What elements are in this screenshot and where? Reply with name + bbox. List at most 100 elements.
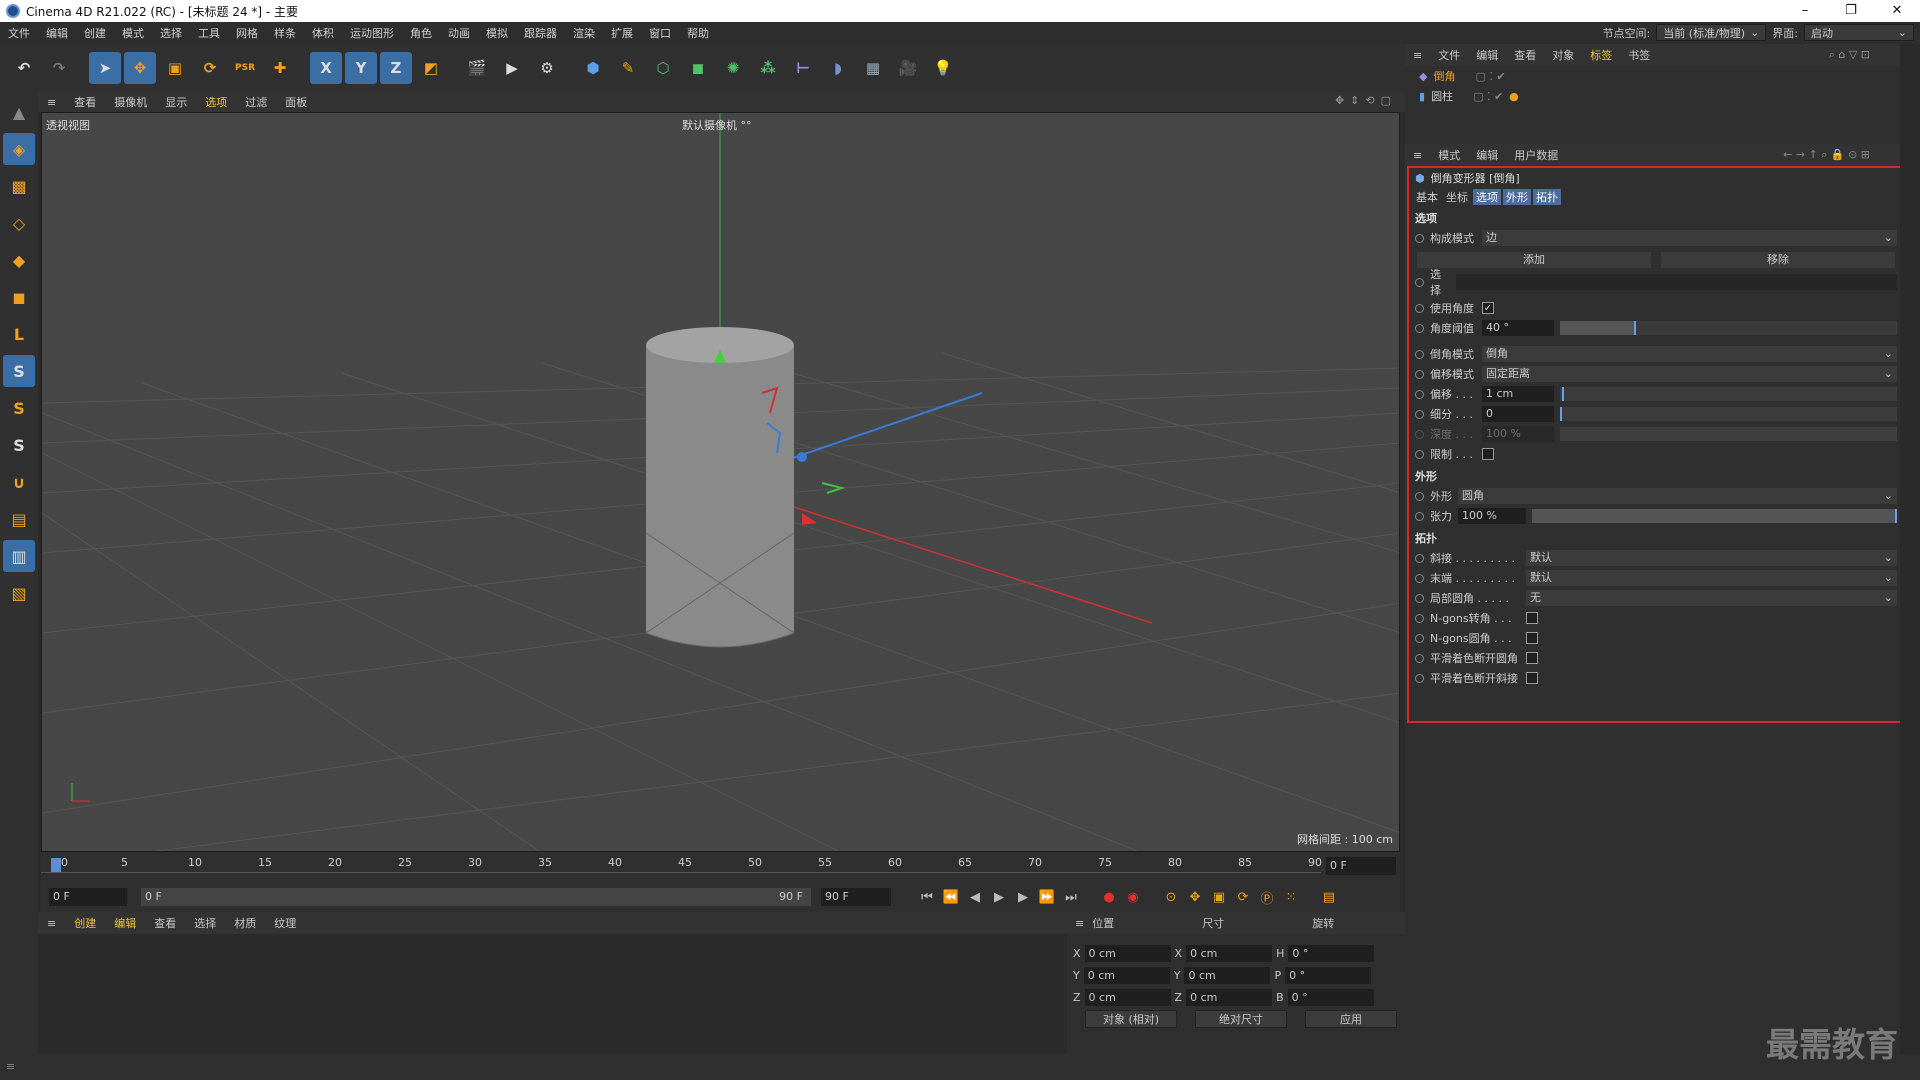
key-pla-button[interactable]: ⁙ [1279,885,1303,909]
add-deformer-button[interactable]: ⊢ [787,52,819,84]
obj-menu-edit[interactable]: 编辑 [1468,47,1506,63]
make-editable-button[interactable]: ▲ [3,96,35,128]
render-region-button[interactable]: 🎬 [461,52,493,84]
select-tool-button[interactable]: ➤ [89,52,121,84]
miter-select[interactable]: 默认 ⌄ [1526,550,1897,566]
anim-dot-icon[interactable] [1415,573,1424,583]
menu-mode[interactable]: 模式 [114,25,152,41]
angle-threshold-slider[interactable] [1560,321,1897,335]
obj-menu-tags[interactable]: 标签 [1582,47,1620,63]
end-select[interactable]: 默认 ⌄ [1526,570,1897,586]
add-tool-button[interactable]: ✚ [264,52,296,84]
edge-mode-button[interactable]: ◆ [3,244,35,276]
perspective-viewport[interactable]: 透视视图 默认摄像机 °° 网格间距 : 100 cm [41,112,1400,852]
key-param-button[interactable]: Ⓟ [1255,885,1279,909]
anim-dot-icon[interactable] [1415,409,1424,419]
auto-key-button[interactable]: ◉ [1121,885,1145,909]
material-area[interactable] [41,934,1067,1054]
hamburger-icon[interactable]: ≡ [38,917,65,930]
menu-tools[interactable]: 工具 [190,25,228,41]
menu-spline[interactable]: 样条 [266,25,304,41]
add-field-button[interactable]: ◗ [822,52,854,84]
axis-z-button[interactable]: Z [380,52,412,84]
goto-end-button[interactable]: ⏭ [1059,885,1083,909]
add-light-button[interactable]: 💡 [927,52,959,84]
mat-menu-texture[interactable]: 纹理 [265,915,305,931]
add-floor-button[interactable]: ▦ [857,52,889,84]
tab-shape[interactable]: 外形 [1503,189,1531,205]
phong-break-miter-checkbox[interactable] [1526,672,1538,684]
vp-menu-view[interactable]: 查看 [65,94,105,110]
phong-tag-icon[interactable]: ● [1509,90,1519,103]
angle-threshold-field[interactable]: 40 ° [1482,320,1554,336]
render-view-button[interactable]: ▶ [496,52,528,84]
add-pen-button[interactable]: ✎ [612,52,644,84]
anim-dot-icon[interactable] [1415,593,1424,603]
obj-menu-file[interactable]: 文件 [1430,47,1468,63]
attr-nav-icons[interactable]: ← → ↑ ⌕ 🔒 ⊙ ⊞ [1783,148,1870,162]
frame-range-slider[interactable]: 0 F 90 F [141,888,811,906]
ngon-corner-checkbox[interactable] [1526,612,1538,624]
restore-button[interactable]: ❐ [1828,0,1874,22]
add-cloner-button[interactable]: ✺ [717,52,749,84]
axis-x-button[interactable]: X [310,52,342,84]
add-extrude-button[interactable]: ◼ [682,52,714,84]
psr-tool-button[interactable]: PSR [229,52,261,84]
obj-menu-objects[interactable]: 对象 [1544,47,1582,63]
menu-window[interactable]: 窗口 [641,25,679,41]
current-frame-field[interactable]: 0 F [1326,857,1396,875]
apply-button[interactable]: 应用 [1305,1010,1397,1028]
visibility-toggle[interactable]: ▢ ⁚ ✔ [1475,70,1505,83]
timeline-ruler[interactable]: 0 5 10 15 20 25 30 35 40 45 50 55 60 65 … [41,852,1400,882]
anim-dot-icon[interactable] [1415,449,1424,459]
magnet-button[interactable]: ∪ [3,466,35,498]
anim-dot-icon[interactable] [1415,323,1424,333]
menu-animate[interactable]: 动画 [440,25,478,41]
menu-mesh[interactable]: 网格 [228,25,266,41]
offset-mode-select[interactable]: 固定距离 ⌄ [1482,366,1897,382]
anim-dot-icon[interactable] [1415,389,1424,399]
minimize-button[interactable]: – [1782,0,1828,22]
build-mode-select[interactable]: 边 ⌄ [1482,230,1897,246]
tab-basic[interactable]: 基本 [1413,189,1441,205]
rot-h-field[interactable]: 0 ° [1288,944,1375,962]
subdivision-field[interactable]: 0 [1482,406,1554,422]
key-scale-button[interactable]: ▣ [1207,885,1231,909]
anim-dot-icon[interactable] [1415,653,1424,663]
tab-topology[interactable]: 拓扑 [1533,189,1561,205]
key-rotation-button[interactable]: ⟳ [1231,885,1255,909]
anim-dot-icon[interactable] [1415,553,1424,563]
menu-volume[interactable]: 体积 [304,25,342,41]
anim-dot-icon[interactable] [1415,369,1424,379]
remove-selection-button[interactable]: 移除 [1661,252,1895,268]
layout-select[interactable]: 启动 ⌄ [1804,24,1914,41]
obj-menu-view[interactable]: 查看 [1506,47,1544,63]
subdivision-slider[interactable] [1560,407,1897,421]
pos-y-field[interactable]: 0 cm [1083,966,1170,984]
ngon-round-checkbox[interactable] [1526,632,1538,644]
workplane-button[interactable]: ▤ [3,503,35,535]
menu-simulate[interactable]: 模拟 [478,25,516,41]
anim-dot-icon[interactable] [1415,277,1424,287]
rotate-tool-button[interactable]: ⟳ [194,52,226,84]
mat-menu-select[interactable]: 选择 [185,915,225,931]
lock-workplane-button[interactable]: ▥ [3,540,35,572]
snap-button[interactable]: S [3,355,35,387]
node-space-select[interactable]: 当前 (标准/物理) ⌄ [1656,24,1767,41]
coord-system-button[interactable]: ◩ [415,52,447,84]
hamburger-icon[interactable]: ≡ [1405,149,1430,162]
add-cube-button[interactable]: ⬢ [577,52,609,84]
timeline-layout-button[interactable]: ▤ [1317,885,1341,909]
menu-tracker[interactable]: 跟踪器 [516,25,565,41]
use-angle-checkbox[interactable]: ✓ [1482,302,1494,314]
hamburger-icon[interactable]: ≡ [38,96,65,109]
key-selection-button[interactable]: ⊙ [1159,885,1183,909]
add-camera-button[interactable]: 🎥 [892,52,924,84]
hamburger-icon[interactable]: ≡ [6,1060,15,1073]
model-mode-button[interactable]: ◈ [3,133,35,165]
size-y-field[interactable]: 0 cm [1184,966,1271,984]
vp-menu-filter[interactable]: 过滤 [236,94,276,110]
anim-dot-icon[interactable] [1415,511,1424,521]
axis-y-button[interactable]: Y [345,52,377,84]
start-frame-field[interactable]: 0 F [49,888,127,906]
